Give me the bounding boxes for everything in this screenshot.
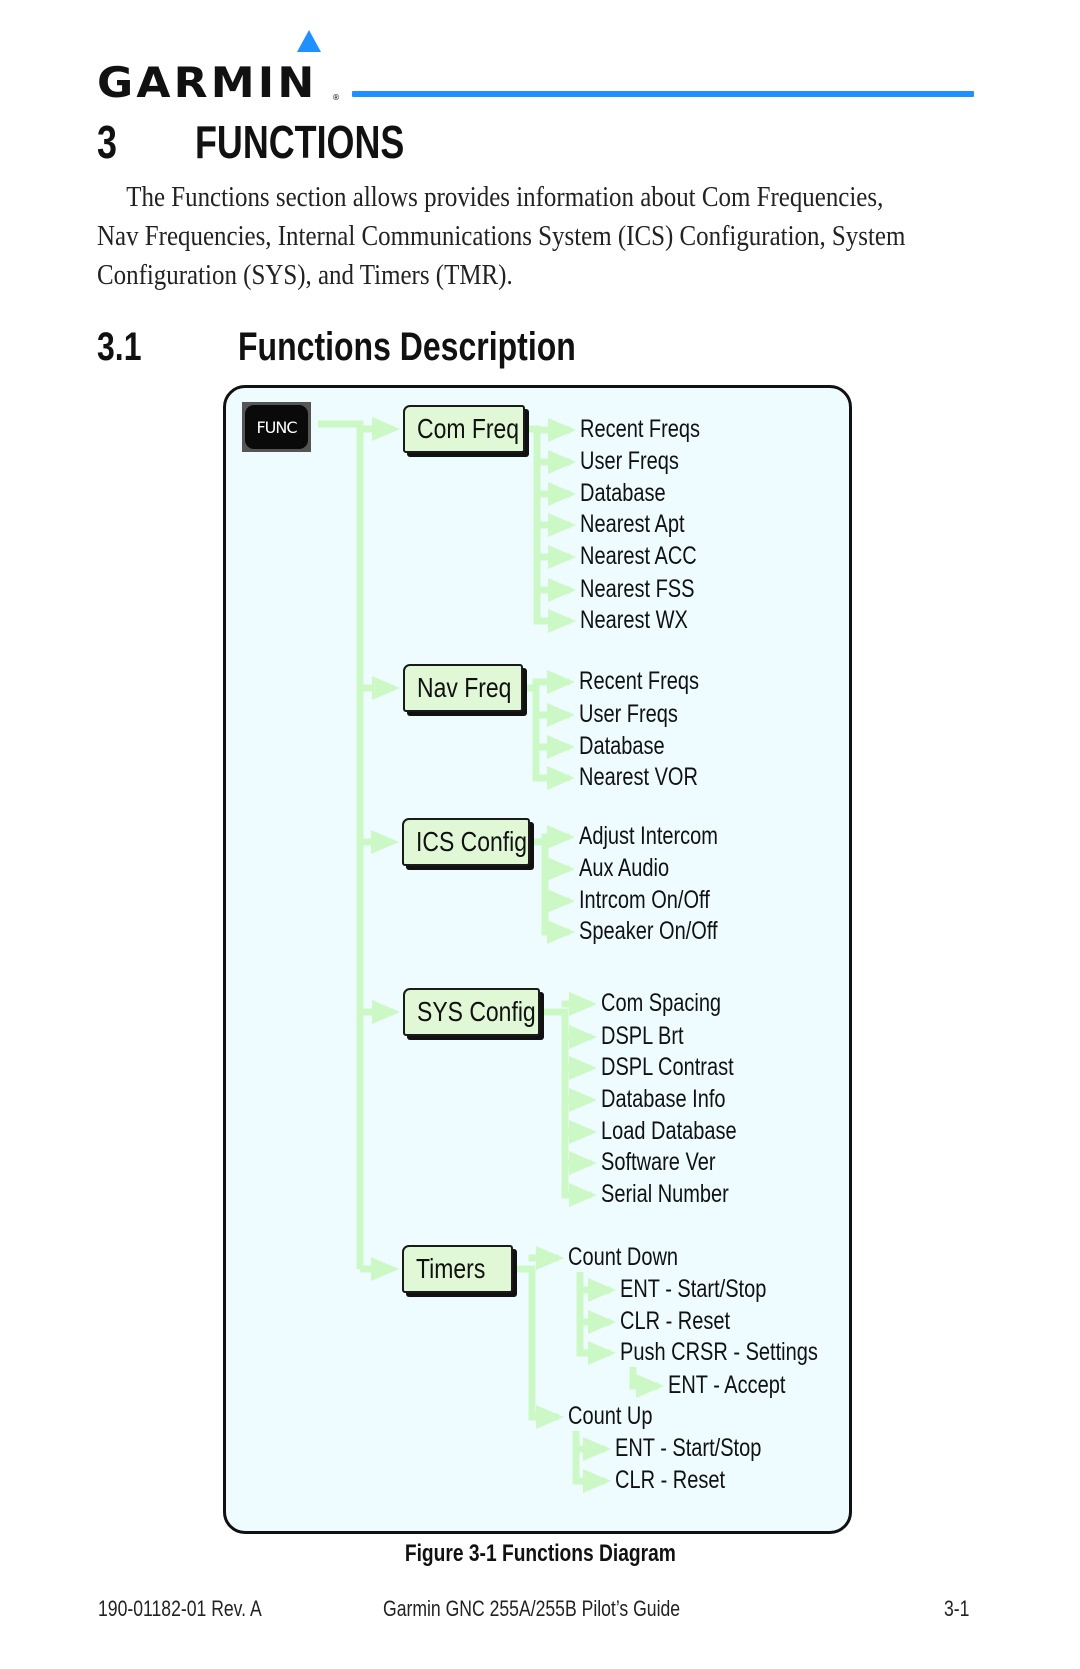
chapter-title-text: FUNCTIONS — [195, 116, 405, 168]
menu-item-label: Nearest VOR — [579, 763, 698, 791]
menu-item-label: Recent Freqs — [579, 667, 700, 695]
menu-item: Nearest ACC — [580, 541, 726, 571]
menu-item-label: CLR - Reset — [615, 1466, 726, 1494]
menu-item-label: ENT - Start/Stop — [615, 1434, 762, 1462]
menu-item: Aux Audio — [579, 853, 692, 883]
menu-item-label: Nearest FSS — [580, 575, 695, 603]
menu-item-label: Load Database — [601, 1117, 737, 1145]
menu-item: Nearest FSS — [580, 574, 723, 604]
menu-item-label: User Freqs — [580, 447, 679, 475]
footer-guide-title: Garmin GNC 255A/255B Pilot’s Guide — [383, 1596, 754, 1622]
menu-item-label: Count Up — [568, 1402, 653, 1430]
registered-mark: ® — [332, 93, 340, 102]
logo-wordmark: GARMIN — [97, 58, 318, 107]
menu-item: Database — [580, 478, 687, 508]
intro-line: Configuration (SYS), and Timers (TMR). — [97, 259, 513, 291]
intro-line: Nav Frequencies, Internal Communications… — [97, 220, 906, 252]
func-key-button: FUNC — [242, 402, 311, 452]
menu-item-label: Nearest WX — [580, 606, 688, 634]
menu-box-label: SYS Config — [417, 996, 536, 1027]
menu-item: Serial Number — [601, 1179, 761, 1209]
menu-box-label: ICS Config — [416, 826, 528, 857]
menu-item: Com Spacing — [601, 988, 751, 1018]
section-title-text: Functions Description — [238, 325, 576, 369]
section-number: 3.1 — [97, 325, 153, 370]
menu-item-label: Software Ver — [601, 1148, 716, 1176]
menu-item: CLR - Reset — [615, 1465, 753, 1495]
menu-item: Database Info — [601, 1084, 757, 1114]
section-number-text: 3.1 — [97, 325, 142, 369]
intro-line: The Functions section allows provides in… — [126, 181, 884, 213]
menu-item-label: ENT - Start/Stop — [620, 1275, 767, 1303]
garmin-logo: GARMIN ® — [97, 30, 342, 107]
menu-item-label: Speaker On/Off — [579, 917, 718, 945]
menu-item: Speaker On/Off — [579, 916, 752, 946]
menu-item: Recent Freqs — [579, 666, 729, 696]
menu-item-label: Serial Number — [601, 1180, 729, 1208]
menu-item: ENT - Start/Stop — [615, 1433, 798, 1463]
chapter-number: 3 — [97, 115, 123, 169]
menu-item: User Freqs — [579, 699, 703, 729]
menu-item-label: Aux Audio — [579, 854, 670, 882]
menu-item-label: Com Spacing — [601, 989, 722, 1017]
header-rule — [352, 91, 974, 97]
logo-triangle-icon — [297, 30, 321, 52]
footer-page-number-text: 3-1 — [944, 1596, 970, 1621]
menu-item-label: Adjust Intercom — [579, 822, 718, 850]
func-key-label: FUNC — [245, 405, 308, 449]
menu-item-label: Recent Freqs — [580, 415, 701, 443]
menu-item: Count Up — [568, 1401, 674, 1431]
menu-item: Software Ver — [601, 1147, 744, 1177]
menu-item: Nearest WX — [580, 605, 715, 635]
menu-box-timers: Timers — [402, 1245, 513, 1293]
menu-item-label: Push CRSR - Settings — [620, 1338, 818, 1366]
menu-item: ENT - Accept — [668, 1370, 815, 1400]
menu-item: ENT - Start/Stop — [620, 1274, 803, 1304]
menu-item: Nearest VOR — [579, 762, 728, 792]
menu-box-com-freq: Com Freq — [403, 405, 525, 453]
menu-item-label: CLR - Reset — [620, 1307, 731, 1335]
menu-item-label: DSPL Contrast — [601, 1053, 734, 1081]
menu-item-label: Nearest ACC — [580, 542, 697, 570]
menu-item: Database — [579, 731, 686, 761]
menu-item: Nearest Apt — [580, 509, 711, 539]
menu-item-label: Count Down — [568, 1243, 679, 1271]
chapter-number-text: 3 — [97, 116, 117, 168]
menu-item: Intrcom On/Off — [579, 885, 742, 915]
menu-item: CLR - Reset — [620, 1306, 758, 1336]
footer-doc-number: 190-01182-01 Rev. A — [98, 1596, 303, 1622]
menu-item-label: User Freqs — [579, 700, 678, 728]
menu-box-label: Timers — [416, 1253, 486, 1284]
menu-box-label: Nav Freq — [417, 672, 512, 703]
menu-box-sys-config: SYS Config — [403, 988, 540, 1036]
menu-item: User Freqs — [580, 446, 704, 476]
footer-doc-number-text: 190-01182-01 Rev. A — [98, 1596, 262, 1621]
menu-box-ics-config: ICS Config — [402, 818, 530, 866]
menu-item-label: ENT - Accept — [668, 1371, 786, 1399]
menu-item-label: Database Info — [601, 1085, 726, 1113]
intro-paragraph: The Functions section allows provides in… — [97, 178, 977, 295]
menu-item: Load Database — [601, 1116, 771, 1146]
menu-box-label: Com Freq — [417, 413, 520, 444]
chapter-title: FUNCTIONS — [195, 115, 463, 169]
menu-item: Count Down — [568, 1242, 706, 1272]
footer-guide-title-text: Garmin GNC 255A/255B Pilot’s Guide — [383, 1596, 681, 1621]
menu-item: Recent Freqs — [580, 414, 730, 444]
menu-item-label: Database — [580, 479, 666, 507]
menu-item-label: Nearest Apt — [580, 510, 685, 538]
menu-item: Adjust Intercom — [579, 821, 753, 851]
menu-item-label: Intrcom On/Off — [579, 886, 710, 914]
section-title: Functions Description — [238, 325, 660, 370]
menu-item: DSPL Contrast — [601, 1052, 767, 1082]
menu-item: DSPL Brt — [601, 1021, 704, 1051]
menu-item-label: Database — [579, 732, 665, 760]
menu-box-nav-freq: Nav Freq — [403, 664, 523, 712]
footer-page-number: 3-1 — [944, 1596, 976, 1622]
menu-item-label: DSPL Brt — [601, 1022, 684, 1050]
figure-caption: Figure 3-1 Functions Diagram — [0, 1540, 1080, 1568]
menu-item: Push CRSR - Settings — [620, 1337, 867, 1367]
figure-caption-text: Figure 3-1 Functions Diagram — [404, 1540, 676, 1567]
